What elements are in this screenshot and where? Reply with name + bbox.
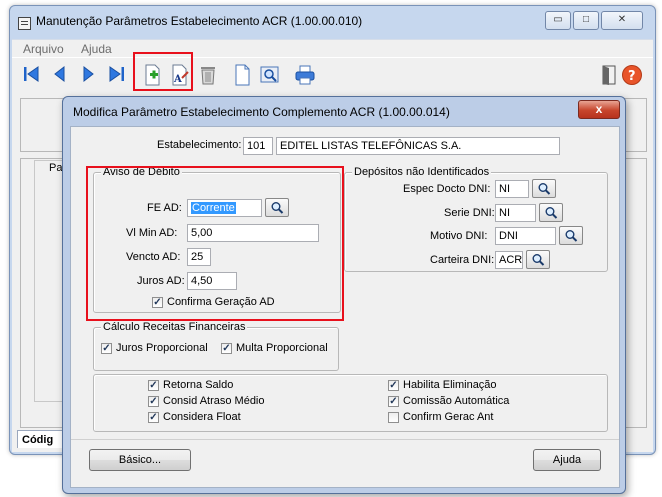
- multa-proporcional-label: Multa Proporcional: [236, 342, 328, 354]
- motivo-dni-field[interactable]: DNI: [495, 227, 556, 245]
- comissao-automatica-label: Comissão Automática: [403, 395, 510, 407]
- consid-atraso-checkbox[interactable]: ✓: [148, 396, 159, 407]
- juros-proporcional-checkbox[interactable]: ✓: [101, 343, 112, 354]
- estabelecimento-code-field[interactable]: 101: [243, 137, 273, 155]
- estabelecimento-name-field: EDITEL LISTAS TELEFÔNICAS S.A.: [276, 137, 560, 155]
- basico-button[interactable]: Básico...: [89, 449, 191, 471]
- app-icon: [18, 17, 31, 30]
- maximize-button[interactable]: □: [573, 11, 599, 30]
- check-mark-icon: ✓: [389, 380, 398, 391]
- multa-proporcional-checkbox[interactable]: ✓: [221, 343, 232, 354]
- retorna-saldo-checkbox[interactable]: ✓: [148, 380, 159, 391]
- carteira-dni-field[interactable]: ACR: [495, 251, 523, 269]
- check-mark-icon: ✓: [149, 380, 158, 391]
- considera-float-label: Considera Float: [163, 411, 241, 423]
- considera-float-checkbox[interactable]: ✓: [148, 412, 159, 423]
- serie-dni-field[interactable]: NI: [495, 204, 536, 222]
- espec-docto-zoom-button[interactable]: [532, 179, 556, 198]
- aviso-highlight-box: [86, 166, 344, 321]
- confirm-gerac-ant-label: Confirm Gerac Ant: [403, 411, 494, 423]
- magnifier-icon: [538, 183, 551, 195]
- serie-dni-zoom-button[interactable]: [539, 203, 563, 222]
- toolbar: A ?: [12, 57, 653, 95]
- check-mark-icon: ✓: [149, 412, 158, 423]
- consid-atraso-label: Consid Atraso Médio: [163, 395, 265, 407]
- magnifier-icon: [532, 254, 545, 266]
- bottom-divider: [71, 439, 619, 440]
- confirm-gerac-ant-checkbox[interactable]: [388, 412, 399, 423]
- help-icon[interactable]: ?: [620, 64, 644, 88]
- minimize-button[interactable]: ▭: [545, 11, 571, 30]
- juros-proporcional-label: Juros Proporcional: [116, 342, 208, 354]
- retorna-saldo-label: Retorna Saldo: [163, 379, 234, 391]
- toolbar-highlight-box: [133, 52, 193, 91]
- check-mark-icon: ✓: [389, 396, 398, 407]
- exit-door-icon[interactable]: [597, 64, 621, 88]
- menu-ajuda[interactable]: Ajuda: [81, 42, 112, 56]
- habilita-eliminacao-checkbox[interactable]: ✓: [388, 380, 399, 391]
- dialog-close-button[interactable]: x: [578, 100, 620, 119]
- check-mark-icon: ✓: [222, 343, 231, 354]
- serie-dni-label: Serie DNI:: [444, 207, 495, 219]
- ajuda-button[interactable]: Ajuda: [533, 449, 601, 471]
- menu-bar: Arquivo Ajuda: [12, 39, 653, 58]
- last-record-icon[interactable]: [104, 64, 128, 88]
- main-window-title: Manutenção Parâmetros Estabelecimento AC…: [36, 14, 363, 28]
- menu-arquivo[interactable]: Arquivo: [23, 42, 64, 56]
- document-icon[interactable]: [231, 64, 255, 88]
- dialog-title: Modifica Parâmetro Estabelecimento Compl…: [73, 105, 450, 119]
- estabelecimento-label: Estabelecimento:: [157, 139, 242, 151]
- delete-icon[interactable]: [196, 64, 220, 88]
- svg-text:?: ?: [628, 69, 636, 84]
- magnifier-icon: [565, 230, 578, 242]
- espec-docto-label: Espec Docto DNI:: [403, 183, 491, 195]
- motivo-dni-label: Motivo DNI:: [430, 230, 488, 242]
- check-mark-icon: ✓: [102, 343, 111, 354]
- magnifier-icon: [545, 207, 558, 219]
- depositos-legend: Depósitos não Identificados: [352, 166, 492, 178]
- next-record-icon[interactable]: [76, 64, 100, 88]
- first-record-icon[interactable]: [20, 64, 44, 88]
- carteira-dni-zoom-button[interactable]: [526, 250, 550, 269]
- previous-record-icon[interactable]: [48, 64, 72, 88]
- zoom-icon[interactable]: [258, 64, 282, 88]
- motivo-dni-zoom-button[interactable]: [559, 226, 583, 245]
- calculo-receitas-legend: Cálculo Receitas Financeiras: [101, 321, 248, 333]
- espec-docto-field[interactable]: NI: [495, 180, 529, 198]
- close-button[interactable]: ✕: [601, 11, 643, 30]
- habilita-eliminacao-label: Habilita Eliminação: [403, 379, 497, 391]
- check-mark-icon: ✓: [149, 396, 158, 407]
- comissao-automatica-checkbox[interactable]: ✓: [388, 396, 399, 407]
- carteira-dni-label: Carteira DNI:: [430, 254, 495, 266]
- print-icon[interactable]: [293, 64, 317, 88]
